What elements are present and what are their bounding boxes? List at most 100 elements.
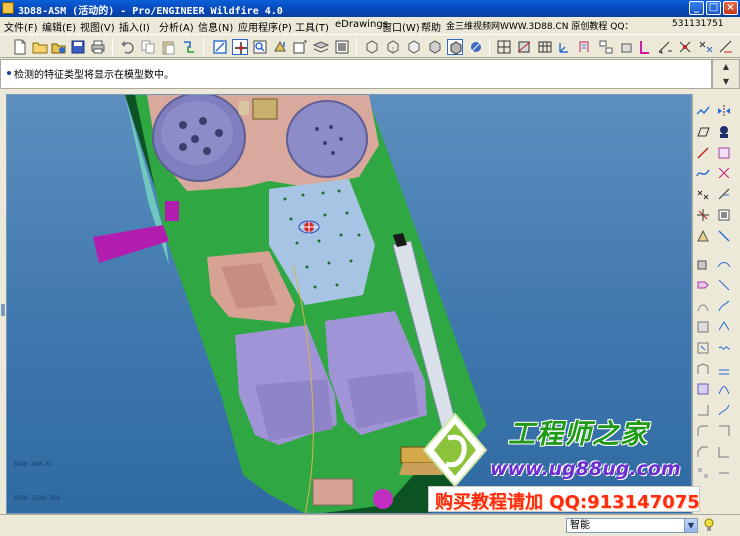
curve-icon[interactable]	[696, 166, 710, 180]
chevron-down-icon[interactable]: ▼	[684, 519, 697, 532]
orient-icon[interactable]	[272, 39, 288, 55]
sketch-icon[interactable]	[657, 39, 673, 55]
csys-icon[interactable]	[696, 208, 710, 222]
plane-icon[interactable]	[696, 125, 710, 139]
solidify-icon[interactable]	[717, 208, 731, 222]
wireframe-icon[interactable]	[364, 39, 380, 55]
coord-sys-icon[interactable]	[557, 39, 573, 55]
mirror-icon[interactable]	[717, 104, 731, 118]
datum-display-icon[interactable]	[468, 39, 484, 55]
spinal-icon[interactable]	[717, 403, 731, 417]
menu-edrawings[interactable]: eDrawings	[335, 19, 388, 30]
tweak-icon[interactable]	[717, 466, 731, 480]
annotation-icon[interactable]	[577, 39, 593, 55]
datum-axis-icon[interactable]	[516, 39, 532, 55]
menu-view[interactable]: 视图(V)	[80, 19, 115, 34]
watermark-url: www.ug88ug.com	[490, 458, 681, 480]
datum-plane-icon[interactable]	[496, 39, 512, 55]
pattern-icon[interactable]	[696, 466, 710, 480]
spin-center-icon[interactable]	[232, 39, 248, 55]
menu-qq-number: 531131751	[672, 19, 724, 29]
status-bar: 智能 ▼	[0, 514, 740, 536]
ear-icon[interactable]	[717, 424, 731, 438]
sweep-icon[interactable]	[696, 299, 710, 313]
draft-icon[interactable]	[696, 403, 710, 417]
app-icon	[2, 2, 14, 14]
assemble-icon[interactable]	[619, 39, 635, 55]
selection-filter[interactable]: 智能 ▼	[566, 518, 698, 533]
print-icon[interactable]	[90, 39, 106, 55]
new-icon[interactable]	[12, 39, 28, 55]
message-text: 检测的特征类型将显示在模型数中。	[14, 70, 174, 81]
scroll-up-icon[interactable]: ▲	[721, 62, 731, 72]
menu-applications[interactable]: 应用程序(P)	[238, 19, 292, 34]
trim-icon[interactable]	[718, 39, 734, 55]
variable-sweep-icon[interactable]	[717, 299, 731, 313]
hidden-line-icon[interactable]	[385, 39, 401, 55]
menu-info[interactable]: 信息(N)	[198, 19, 233, 34]
merge-icon[interactable]	[717, 125, 731, 139]
blend-icon[interactable]	[696, 320, 710, 334]
assembly-model[interactable]	[7, 95, 692, 514]
revolve-icon[interactable]	[696, 278, 710, 292]
lip-icon[interactable]	[717, 445, 731, 459]
warp-icon[interactable]	[717, 341, 731, 355]
save-icon[interactable]	[70, 39, 86, 55]
extrude-icon[interactable]	[696, 257, 710, 271]
menu-analysis[interactable]: 分析(A)	[159, 19, 194, 34]
menu-edit[interactable]: 编辑(E)	[42, 19, 76, 34]
boundary-icon[interactable]	[717, 278, 731, 292]
shading-active-icon[interactable]	[447, 39, 463, 55]
analysis-icon[interactable]	[696, 229, 710, 243]
saved-views-icon[interactable]	[334, 39, 350, 55]
paste-icon[interactable]	[160, 39, 176, 55]
hole-icon[interactable]	[696, 341, 710, 355]
pattern-icon[interactable]	[698, 39, 714, 55]
trim-icon[interactable]	[717, 146, 731, 160]
menu-insert[interactable]: 插入(I)	[119, 19, 150, 34]
scroll-down-icon[interactable]: ▼	[721, 77, 731, 87]
minimize-button[interactable]: _	[689, 1, 704, 15]
zoom-in-icon[interactable]	[252, 39, 268, 55]
copy-icon[interactable]	[140, 39, 156, 55]
no-hidden-icon[interactable]	[406, 39, 422, 55]
menu-tools[interactable]: 工具(T)	[295, 19, 329, 34]
point-icon[interactable]	[696, 187, 710, 201]
rib-icon[interactable]	[696, 382, 710, 396]
regenerate-icon[interactable]	[181, 39, 197, 55]
create-component-icon[interactable]	[637, 39, 653, 55]
folder-icon[interactable]	[51, 39, 67, 55]
round-icon[interactable]	[696, 424, 710, 438]
watermark-brand: 工程师之家	[508, 419, 648, 450]
menu-file[interactable]: 文件(F)	[4, 19, 38, 34]
style-icon[interactable]	[717, 320, 731, 334]
datum-point-icon[interactable]	[537, 39, 553, 55]
zoom-fit-icon[interactable]	[292, 39, 308, 55]
chamfer-icon[interactable]	[696, 445, 710, 459]
model-tree-icon[interactable]	[598, 39, 614, 55]
bulb-icon[interactable]	[704, 518, 714, 532]
message-area: 检测的特征类型将显示在模型数中。	[0, 59, 712, 89]
thicken-icon[interactable]	[717, 187, 731, 201]
layers-icon[interactable]	[313, 39, 329, 55]
flatten-icon[interactable]	[717, 362, 731, 376]
graphics-window[interactable]: 3D88 ASM-01 3D88 2138-356	[6, 94, 692, 514]
shell-icon[interactable]	[696, 362, 710, 376]
feature-icon[interactable]	[677, 39, 693, 55]
offset-icon[interactable]	[717, 166, 731, 180]
toroidal-icon[interactable]	[717, 382, 731, 396]
close-button[interactable]: ×	[723, 1, 738, 15]
shading-icon[interactable]	[427, 39, 443, 55]
surface-icon[interactable]	[717, 257, 731, 271]
menu-help[interactable]: 帮助	[421, 19, 441, 34]
menu-window[interactable]: 窗口(W)	[382, 19, 420, 34]
maximize-button[interactable]: □	[706, 1, 721, 15]
open-icon[interactable]	[32, 39, 48, 55]
copy-icon[interactable]	[717, 229, 731, 243]
sash-grip-icon[interactable]	[1, 304, 5, 316]
undo-icon[interactable]	[120, 39, 136, 55]
repaint-icon[interactable]	[212, 39, 228, 55]
sketch-icon[interactable]	[696, 104, 710, 118]
message-scrollbar[interactable]: ▲ ▼	[712, 59, 740, 89]
axis-icon[interactable]	[696, 146, 710, 160]
